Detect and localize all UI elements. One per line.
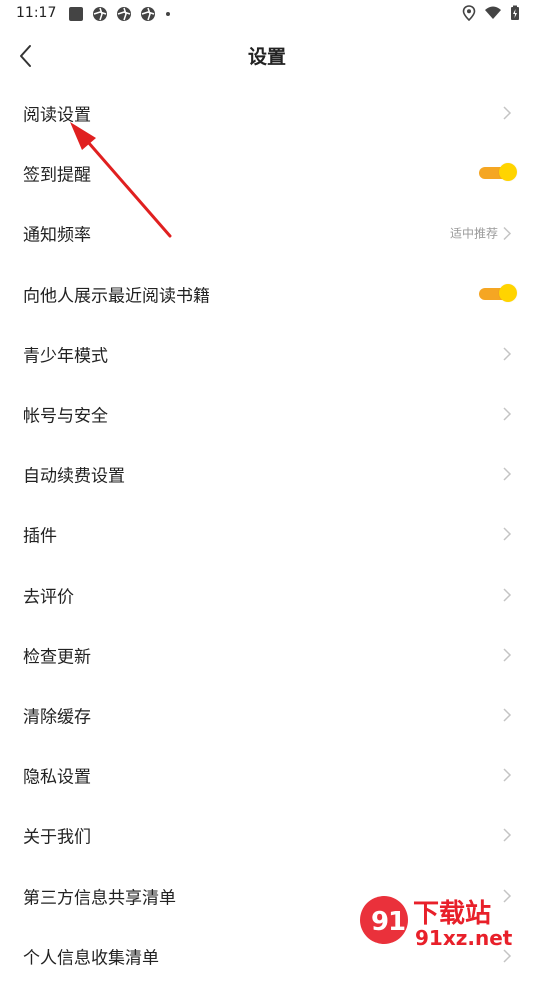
setting-label: 个人信息收集清单 (23, 948, 159, 969)
title-bar: 设置 (0, 28, 534, 84)
chevron-right-icon (503, 889, 512, 903)
setting-row-notification-frequency[interactable]: 通知频率 适中推荐 (0, 203, 534, 263)
chevron-right-icon (503, 407, 512, 421)
chevron-right-icon (503, 828, 512, 842)
setting-row-teen-mode[interactable]: 青少年模式 (0, 324, 534, 384)
setting-label: 检查更新 (23, 647, 91, 668)
battery-charging-icon (511, 5, 519, 20)
chevron-right-icon (503, 527, 512, 541)
wifi-icon (485, 6, 501, 19)
setting-row-personal-info-collection[interactable]: 个人信息收集清单 (0, 926, 534, 986)
setting-label: 自动续费设置 (23, 466, 125, 487)
show-recent-books-toggle[interactable] (479, 283, 517, 304)
setting-row-checkin-reminder[interactable]: 签到提醒 (0, 143, 534, 203)
checkin-reminder-toggle[interactable] (479, 163, 517, 183)
setting-row-account-security[interactable]: 帐号与安全 (0, 384, 534, 444)
chevron-right-icon (503, 347, 512, 361)
setting-row-check-update[interactable]: 检查更新 (0, 625, 534, 685)
chevron-right-icon (503, 648, 512, 662)
setting-label: 隐私设置 (23, 767, 91, 788)
chevron-right-icon (503, 467, 512, 481)
status-time: 11:17 (16, 5, 57, 21)
page-title: 设置 (247, 46, 286, 68)
setting-label: 阅读设置 (23, 105, 91, 126)
setting-label: 青少年模式 (23, 346, 108, 367)
chevron-right-icon (503, 708, 512, 722)
setting-row-show-recent-books[interactable]: 向他人展示最近阅读书籍 (0, 264, 534, 324)
setting-label: 关于我们 (23, 827, 91, 848)
settings-list: 阅读设置 签到提醒 通知频率 适中推荐 向他人展示最近阅读书籍 青少年模式 帐号… (0, 83, 534, 986)
setting-label: 插件 (23, 526, 57, 547)
setting-row-reading-settings[interactable]: 阅读设置 (0, 83, 534, 143)
more-notifications-dot-icon (166, 12, 170, 16)
location-icon (462, 5, 476, 21)
setting-row-clear-cache[interactable]: 清除缓存 (0, 685, 534, 745)
chevron-right-icon (503, 106, 512, 120)
shutter-icon (93, 7, 107, 21)
status-system-icons (462, 5, 520, 21)
chevron-right-icon (503, 588, 512, 602)
setting-row-about-us[interactable]: 关于我们 (0, 805, 534, 865)
status-bar: 11:17 (0, 0, 534, 28)
setting-row-rate-app[interactable]: 去评价 (0, 565, 534, 625)
setting-label: 清除缓存 (23, 707, 91, 728)
shutter-icon (117, 7, 131, 21)
chevron-right-icon (503, 226, 512, 240)
setting-label: 通知频率 (23, 225, 91, 246)
chevron-right-icon (503, 949, 512, 963)
setting-row-auto-renew[interactable]: 自动续费设置 (0, 444, 534, 504)
notification-frequency-value: 适中推荐 (449, 226, 498, 241)
setting-label: 去评价 (23, 587, 74, 608)
app-square-icon (69, 7, 83, 21)
setting-label: 帐号与安全 (23, 406, 108, 427)
setting-label: 向他人展示最近阅读书籍 (23, 286, 210, 307)
toggle-knob (499, 163, 517, 182)
shutter-icon (141, 7, 155, 21)
status-notification-icons (68, 6, 172, 22)
setting-label: 第三方信息共享清单 (23, 888, 176, 909)
chevron-right-icon (503, 768, 512, 782)
setting-row-plugins[interactable]: 插件 (0, 504, 534, 564)
setting-label: 签到提醒 (23, 165, 91, 186)
toggle-knob (499, 283, 517, 302)
setting-row-third-party-sharing[interactable]: 第三方信息共享清单 (0, 865, 534, 925)
setting-row-privacy[interactable]: 隐私设置 (0, 745, 534, 805)
